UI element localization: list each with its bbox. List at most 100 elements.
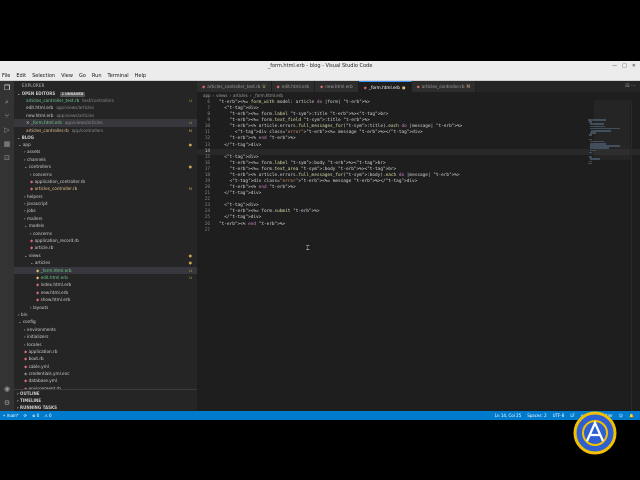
tree-file[interactable]: ◆ index.html.erb: [14, 281, 197, 288]
file-label: database.yml: [28, 378, 58, 384]
git-status-badge: U: [189, 274, 192, 280]
open-editor-item[interactable]: ✕ _form.html.erb app/views/articles U: [14, 119, 197, 127]
tree-folder[interactable]: › locales: [14, 341, 197, 348]
tree-file[interactable]: ◆ application.rb: [14, 348, 197, 355]
open-editor-item[interactable]: edit.html.erb app/views/articles: [14, 104, 197, 111]
minimap[interactable]: [588, 100, 630, 165]
editor-tab[interactable]: ◆ articles_controller_test.rb U: [197, 81, 272, 92]
tree-file[interactable]: ◆ application_controller.rb: [14, 178, 197, 185]
editor-tab[interactable]: ◆ edit.html.erb: [271, 81, 315, 92]
menu-view[interactable]: View: [61, 72, 73, 80]
timeline-section[interactable]: › TIMELINE: [14, 397, 197, 404]
line-content: [213, 228, 219, 234]
files-icon[interactable]: ❐: [3, 84, 11, 92]
tree-file[interactable]: ◆ show.html.erb: [14, 296, 197, 303]
tab-label: articles_controller_test.rb: [207, 84, 261, 89]
run-debug-icon[interactable]: ▷: [3, 126, 11, 134]
tree-folder[interactable]: › bin: [14, 311, 197, 318]
breadcrumb-separator-icon: ›: [229, 93, 232, 98]
code-editor[interactable]: 6 "t-erb"><%= form_with model: article do…: [197, 100, 640, 411]
menu-run[interactable]: Run: [92, 72, 102, 80]
menu-file[interactable]: File: [2, 72, 10, 80]
tree-folder[interactable]: › initializers: [14, 333, 197, 340]
source-control-icon[interactable]: ⑂: [3, 112, 11, 120]
extensions-icon[interactable]: ▦: [3, 140, 11, 148]
tree-file[interactable]: ◆ application_record.rb: [14, 237, 197, 244]
tree-folder[interactable]: ⌄ views ●: [14, 252, 197, 259]
tree-folder[interactable]: › concerns: [14, 171, 197, 178]
warnings-status[interactable]: ⚠ 0: [44, 411, 51, 420]
open-editor-item[interactable]: articles_controller.rb app/controllers M: [14, 127, 197, 134]
breadcrumb-separator-icon: ›: [212, 93, 215, 98]
indentation[interactable]: Spaces: 2: [527, 411, 546, 420]
folder-label: models: [28, 223, 45, 229]
running-tasks-section[interactable]: › RUNNING TASKS: [14, 404, 197, 411]
sync-icon[interactable]: ⟳: [24, 411, 27, 420]
menu-terminal[interactable]: Terminal: [108, 72, 129, 80]
editor-tab[interactable]: ◆ articles_controller.rb M: [411, 81, 477, 92]
editor-tab[interactable]: ◆ new.html.erb: [314, 81, 359, 92]
tree-file[interactable]: ◆ cable.yml: [14, 363, 197, 370]
open-editor-item[interactable]: articles_controller_test.rb test/controll…: [14, 97, 197, 104]
open-editor-item[interactable]: new.html.erb app/views/articles: [14, 112, 197, 119]
menu-selection[interactable]: Selection: [32, 72, 55, 80]
open-editors-header[interactable]: ⌄ OPEN EDITORS 1 UNSAVED: [14, 90, 197, 97]
breadcrumb-item[interactable]: app: [203, 92, 211, 100]
feedback-icon[interactable]: ☺: [619, 411, 623, 420]
open-editor-name: new.html.erb: [26, 112, 54, 118]
breadcrumb-item[interactable]: _form.html.erb: [253, 92, 283, 100]
breadcrumb-item[interactable]: views: [216, 92, 227, 100]
tree-folder[interactable]: ⌄ config: [14, 318, 197, 325]
tree-folder[interactable]: › layouts: [14, 304, 197, 311]
tree-folder[interactable]: › assets: [14, 148, 197, 155]
tree-folder[interactable]: › concerns: [14, 230, 197, 237]
notifications-bell-icon[interactable]: 🔔: [629, 411, 634, 420]
tree-file[interactable]: ◆ article.rb: [14, 244, 197, 251]
remote-icon[interactable]: ⊡: [3, 154, 11, 162]
tree-folder[interactable]: ⌄ articles ●: [14, 259, 197, 266]
minimize-button[interactable]: —: [612, 61, 617, 72]
outline-section[interactable]: › OUTLINE: [14, 390, 197, 397]
errors-status[interactable]: ⊗ 0: [32, 411, 39, 420]
folder-label: locales: [27, 341, 42, 347]
branch-status[interactable]: ⑂ main*: [3, 411, 19, 420]
sidebar-title: EXPLORER: [22, 83, 45, 88]
tree-folder[interactable]: ⌄ models: [14, 222, 197, 229]
menu-go[interactable]: Go: [79, 72, 86, 80]
open-editor-name: edit.html.erb: [26, 105, 54, 111]
tree-folder[interactable]: › helpers: [14, 193, 197, 200]
menu-edit[interactable]: Edit: [16, 72, 26, 80]
search-icon[interactable]: ⌕: [3, 98, 11, 106]
tree-file[interactable]: ◆ database.yml: [14, 377, 197, 384]
editor-scrollbar[interactable]: [631, 100, 640, 411]
tree-file[interactable]: ◆ boot.rb: [14, 355, 197, 362]
cursor-position[interactable]: Ln 14, Col 25: [495, 411, 521, 420]
tree-file[interactable]: ◆ _form.html.erb U: [14, 266, 197, 274]
tree-folder[interactable]: › channels: [14, 156, 197, 163]
git-status-badge: ●: [188, 164, 192, 170]
project-header[interactable]: ⌄ BLOG: [14, 134, 197, 141]
tree-file[interactable]: ◆ articles_controller.rb M: [14, 185, 197, 192]
close-button[interactable]: ✕: [632, 61, 636, 72]
folder-label: views: [28, 252, 41, 258]
tree-file[interactable]: ◆ edit.html.erb U: [14, 274, 197, 281]
account-icon[interactable]: ◉: [3, 385, 11, 393]
settings-gear-icon[interactable]: ⚙: [3, 399, 11, 407]
file-type-icon: ◆: [202, 84, 206, 89]
editor-tab[interactable]: ◆ _form.html.erb ●: [358, 81, 412, 92]
tree-folder[interactable]: › javascript: [14, 200, 197, 207]
tree-folder[interactable]: ⌄ controllers ●: [14, 163, 197, 170]
encoding[interactable]: UTF-8: [553, 411, 565, 420]
code-line[interactable]: 27: [197, 228, 640, 234]
menu-help[interactable]: Help: [135, 72, 146, 80]
line-number: 27: [204, 227, 210, 233]
tree-file[interactable]: ◆ new.html.erb: [14, 289, 197, 296]
breadcrumb-item[interactable]: articles: [233, 92, 248, 100]
maximize-button[interactable]: □: [622, 61, 627, 72]
tree-folder[interactable]: ⌄ app ●: [14, 141, 197, 148]
tree-folder[interactable]: › jobs: [14, 207, 197, 214]
tree-folder[interactable]: › mailers: [14, 215, 197, 222]
tree-folder[interactable]: › environments: [14, 326, 197, 333]
tree-file[interactable]: ◆ credentials.yml.enc: [14, 370, 197, 377]
more-actions-icon[interactable]: ⋯: [631, 83, 636, 89]
